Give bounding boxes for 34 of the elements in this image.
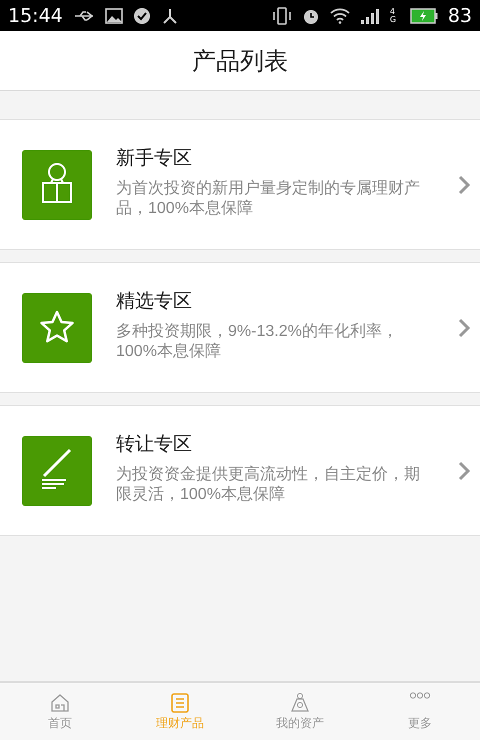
network-label: 4G: [390, 8, 398, 24]
product-title: 新手专区: [116, 146, 193, 170]
product-title: 转让专区: [116, 432, 193, 456]
status-time: 15:44: [8, 4, 63, 26]
share-icon: [160, 6, 179, 24]
nav-tab[interactable]: 更多: [360, 683, 480, 740]
star-icon: [40, 310, 74, 342]
chevron-icon: [458, 318, 470, 338]
nav-tab[interactable]: 我的资产: [240, 683, 360, 740]
product-description: 多种投资期限，9%-13.2%的年化利率，100%本息保障: [116, 322, 399, 362]
product-description: 为投资资金提供更高流动性，自主定价，期限灵活，100%本息保障: [116, 464, 421, 504]
wifi-icon: [330, 8, 350, 24]
product-card[interactable]: 转让专区 为投资资金提供更高流动性，自主定价，期限灵活，100%本息保障: [0, 405, 480, 536]
reader-icon: [42, 162, 72, 202]
product-description: 为首次投资的新用户量身定制的专属理财产品，100%本息保障: [116, 178, 421, 218]
product-card[interactable]: 新手专区 为首次投资的新用户量身定制的专属理财产品，100%本息保障: [0, 119, 480, 250]
chevron-icon: [458, 460, 470, 480]
battery-level: 83: [448, 4, 472, 26]
battery-icon: [410, 8, 438, 24]
image-icon: [104, 8, 123, 24]
vibrate-icon: [272, 6, 292, 24]
product-card[interactable]: 精选专区 多种投资期限，9%-13.2%的年化利率，100%本息保障: [0, 262, 480, 393]
signal-icon: [360, 8, 380, 24]
more-icon: [409, 692, 431, 698]
nav-tab[interactable]: 理财产品: [120, 683, 240, 740]
check-icon: [132, 6, 151, 24]
nav-tab[interactable]: 首页: [0, 683, 120, 740]
pen-icon: [41, 448, 72, 488]
chevron-icon: [458, 174, 470, 194]
list-icon: [169, 692, 191, 714]
page-title: 产品列表: [192, 46, 288, 76]
usb-icon: [72, 10, 95, 22]
house-icon: [49, 692, 71, 714]
product-title: 精选专区: [116, 288, 193, 314]
